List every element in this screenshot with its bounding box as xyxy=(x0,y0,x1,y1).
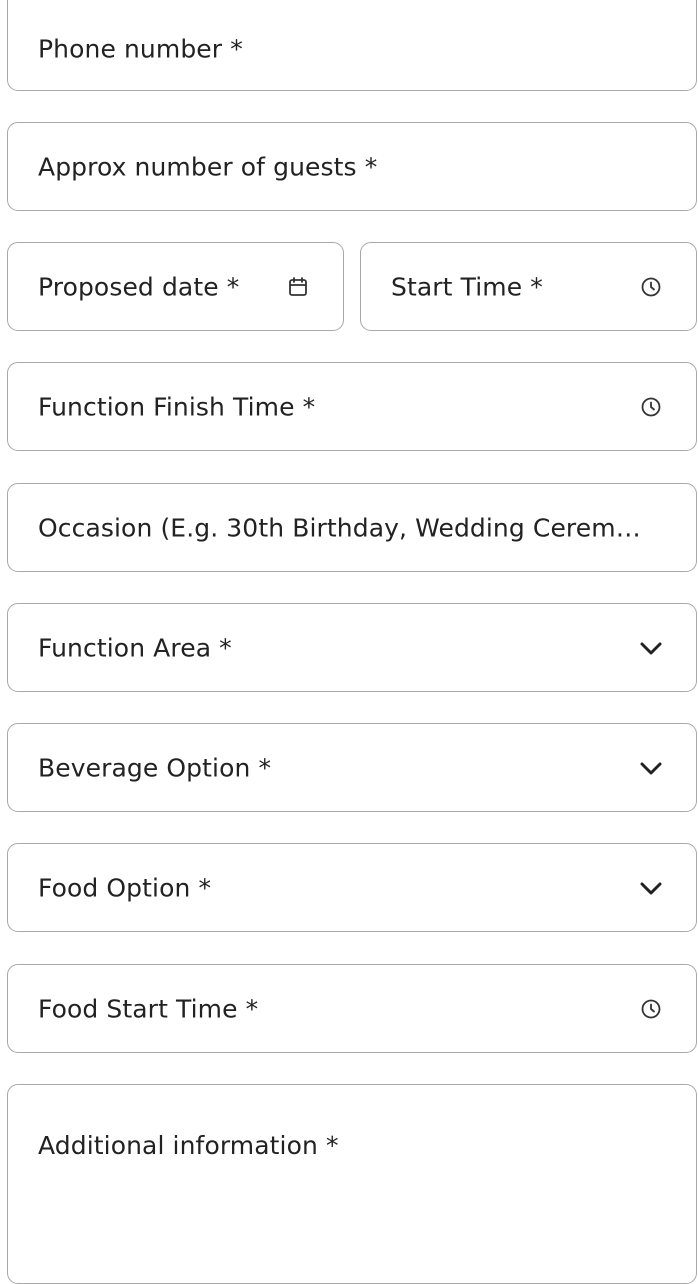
beverage-option-label: Beverage Option * xyxy=(38,753,272,782)
function-area-label: Function Area * xyxy=(38,633,232,662)
function-area-select[interactable]: Function Area * xyxy=(7,603,697,692)
start-time-field[interactable]: Start Time * xyxy=(360,242,697,331)
additional-information-label: Additional information * xyxy=(38,1131,339,1160)
food-start-time-label: Food Start Time * xyxy=(38,994,259,1023)
additional-information-textarea[interactable]: Additional information * xyxy=(7,1084,697,1284)
chevron-down-icon[interactable] xyxy=(638,755,664,781)
clock-icon[interactable] xyxy=(640,998,662,1020)
guests-count-field[interactable]: Approx number of guests * xyxy=(7,122,697,211)
food-start-time-field[interactable]: Food Start Time * xyxy=(7,964,697,1053)
calendar-icon[interactable] xyxy=(287,276,309,298)
food-option-label: Food Option * xyxy=(38,873,212,902)
proposed-date-field[interactable]: Proposed date * xyxy=(7,242,344,331)
function-finish-time-field[interactable]: Function Finish Time * xyxy=(7,362,697,451)
food-option-select[interactable]: Food Option * xyxy=(7,843,697,932)
phone-number-field[interactable]: Phone number * xyxy=(7,0,697,91)
phone-number-label: Phone number * xyxy=(38,34,243,64)
chevron-down-icon[interactable] xyxy=(638,875,664,901)
occasion-field[interactable]: Occasion (E.g. 30th Birthday, Wedding Ce… xyxy=(7,483,697,572)
clock-icon[interactable] xyxy=(640,396,662,418)
chevron-down-icon[interactable] xyxy=(638,635,664,661)
occasion-label: Occasion (E.g. 30th Birthday, Wedding Ce… xyxy=(38,513,643,542)
beverage-option-select[interactable]: Beverage Option * xyxy=(7,723,697,812)
proposed-date-label: Proposed date * xyxy=(38,272,240,301)
guests-count-label: Approx number of guests * xyxy=(38,152,378,181)
start-time-label: Start Time * xyxy=(391,272,543,301)
function-finish-time-label: Function Finish Time * xyxy=(38,392,316,421)
clock-icon[interactable] xyxy=(640,276,662,298)
